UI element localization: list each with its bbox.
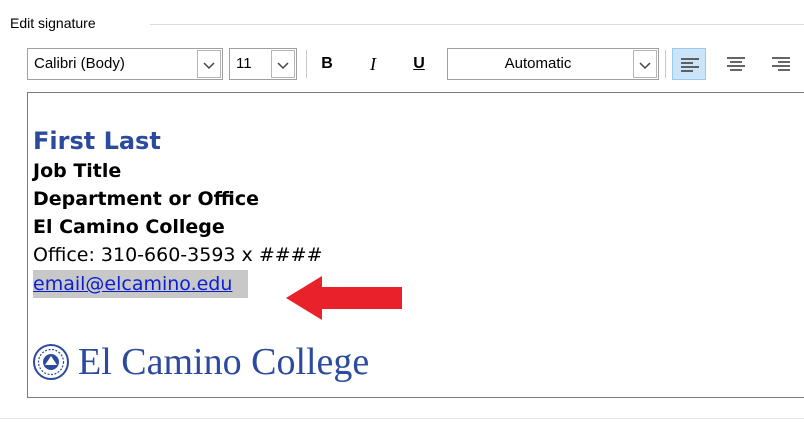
align-center-icon xyxy=(727,57,745,71)
font-name-dropdown-button[interactable] xyxy=(197,50,221,78)
font-size-combo[interactable]: 11 xyxy=(229,48,297,80)
group-divider xyxy=(150,24,804,25)
align-left-button[interactable] xyxy=(672,48,706,80)
college-wordmark: El Camino College xyxy=(78,341,370,383)
signature-job-title: Job Title xyxy=(33,160,122,182)
bold-button[interactable]: B xyxy=(310,48,344,80)
signature-office-phone: Office: 310-660-3593 x #### xyxy=(33,244,323,266)
signature-email-highlight: email@elcamino.edu xyxy=(33,270,249,298)
toolbar-separator xyxy=(306,50,307,78)
align-center-button[interactable] xyxy=(719,48,753,80)
italic-button[interactable]: I xyxy=(356,48,390,80)
signature-name: First Last xyxy=(33,127,161,155)
font-color-combo[interactable]: Automatic xyxy=(447,48,659,80)
align-right-button[interactable] xyxy=(764,48,798,80)
chevron-down-icon xyxy=(203,62,215,70)
font-size-value: 11 xyxy=(236,55,252,72)
group-label: Edit signature xyxy=(10,14,102,32)
chevron-down-icon xyxy=(277,62,289,70)
toolbar-separator xyxy=(665,50,666,78)
font-name-combo[interactable]: Calibri (Body) xyxy=(27,48,223,80)
underline-button[interactable]: U xyxy=(402,48,436,80)
font-color-value: Automatic xyxy=(504,55,572,72)
college-seal-icon xyxy=(33,344,69,380)
signature-content: First Last Job Title Department or Offic… xyxy=(33,125,323,298)
font-color-dropdown-button[interactable] xyxy=(633,50,657,78)
formatting-toolbar: Calibri (Body) 11 B I U Automatic xyxy=(27,46,804,84)
red-arrow-icon xyxy=(286,276,402,320)
font-name-value: Calibri (Body) xyxy=(34,55,125,72)
bottom-divider xyxy=(0,418,804,419)
align-left-icon xyxy=(681,58,699,72)
signature-department: Department or Office xyxy=(33,188,259,210)
font-size-dropdown-button[interactable] xyxy=(271,50,295,78)
chevron-down-icon xyxy=(639,62,651,70)
signature-email-link[interactable]: email@elcamino.edu xyxy=(33,273,232,295)
align-right-icon xyxy=(772,57,790,71)
signature-college: El Camino College xyxy=(33,216,225,238)
signature-editor[interactable]: First Last Job Title Department or Offic… xyxy=(27,92,804,398)
